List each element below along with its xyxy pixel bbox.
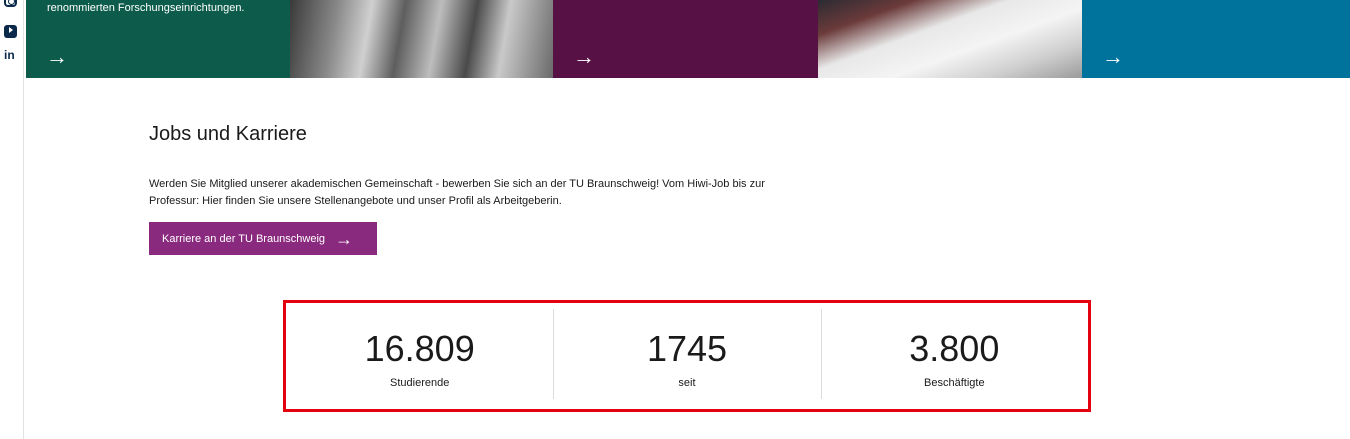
teaser-tile-research[interactable]: renommierten Forschungseinrichtungen. → <box>26 0 290 78</box>
teaser-tile-blue[interactable]: → <box>1082 0 1350 78</box>
teaser-photo-students <box>818 0 1082 78</box>
teaser-tile-purple[interactable]: → <box>553 0 818 78</box>
teaser-photo-turbine <box>290 0 553 78</box>
stat-label: seit <box>678 377 696 389</box>
stat-value: 1745 <box>646 328 728 369</box>
career-button-label: Karriere an der TU Braunschweig <box>162 232 326 245</box>
instagram-icon[interactable] <box>4 0 17 7</box>
stat-label: Studierende <box>390 377 450 389</box>
career-button[interactable]: Karriere an der TU Braunschweig → <box>149 222 377 255</box>
linkedin-icon[interactable]: in <box>4 49 17 62</box>
jobs-heading: Jobs und Karriere <box>149 123 307 145</box>
social-sidebar: in <box>0 0 24 439</box>
youtube-icon[interactable] <box>4 25 17 38</box>
stat-founded: 1745 seit <box>553 303 820 409</box>
teaser-tiles: renommierten Forschungseinrichtungen. → … <box>26 0 1350 78</box>
stat-value: 16.809 <box>364 328 475 369</box>
teaser-tile-text: renommierten Forschungseinrichtungen. <box>47 2 245 14</box>
stat-value: 3.800 <box>909 328 1000 369</box>
stat-students: 16.809 Studierende <box>286 303 553 409</box>
arrow-right-icon: → <box>46 44 68 69</box>
arrow-right-icon: → <box>1102 44 1124 69</box>
stat-label: Beschäftigte <box>924 377 985 389</box>
jobs-description: Werden Sie Mitglied unserer akademischen… <box>149 178 765 207</box>
stats-panel: 16.809 Studierende 1745 seit 3.800 Besch… <box>283 300 1091 412</box>
stat-employees: 3.800 Beschäftigte <box>820 303 1088 409</box>
arrow-right-icon: → <box>335 228 354 249</box>
arrow-right-icon: → <box>573 44 595 69</box>
